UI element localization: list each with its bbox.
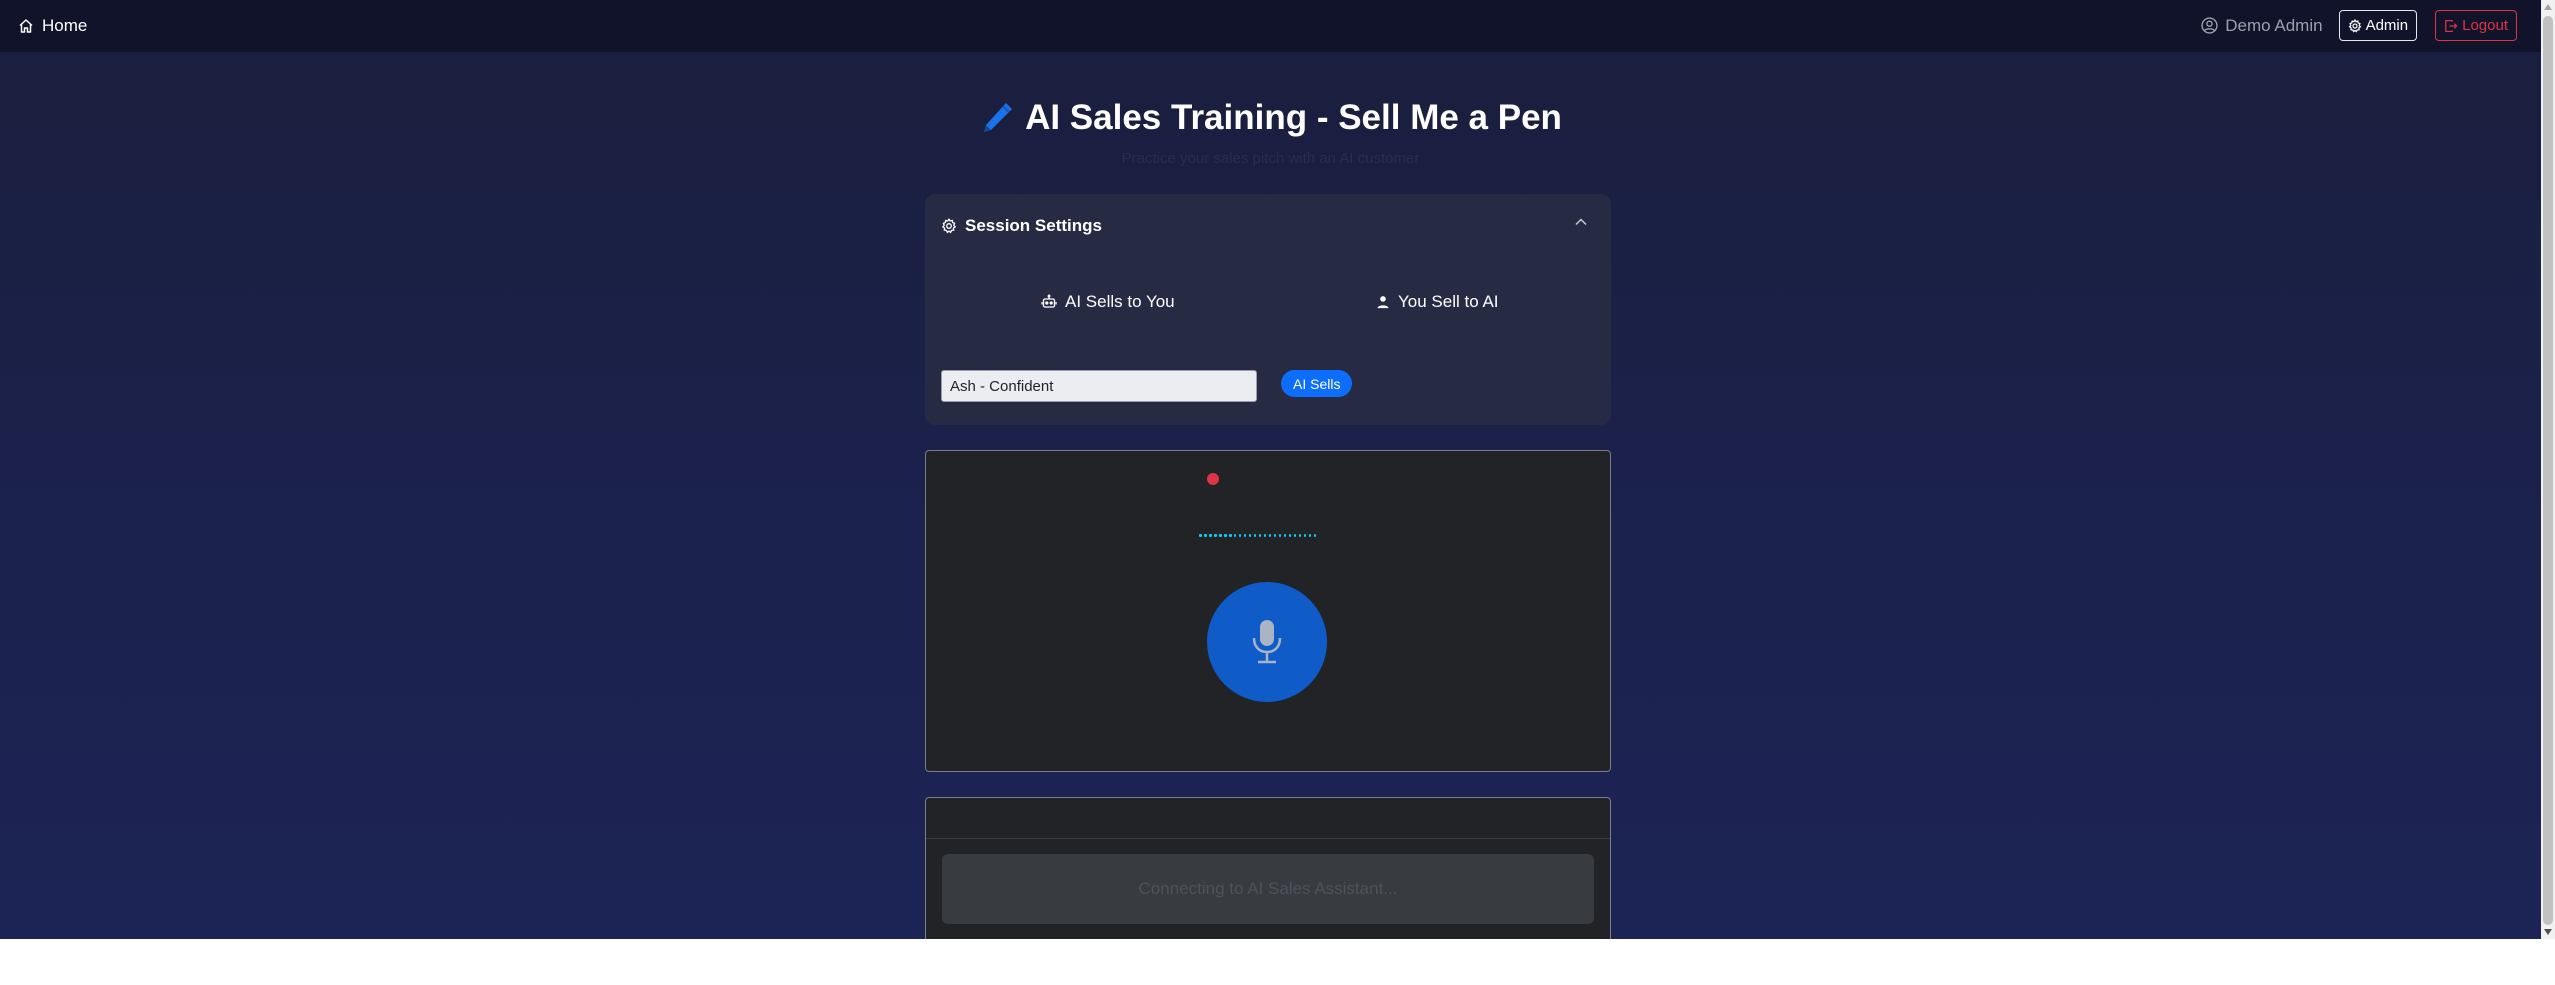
waveform-bar bbox=[1243, 534, 1247, 537]
waveform-bar bbox=[1218, 534, 1222, 537]
audio-waveform bbox=[1199, 534, 1317, 537]
session-settings-title: Session Settings bbox=[965, 216, 1102, 235]
page-scrollbar[interactable] bbox=[2541, 0, 2555, 939]
waveform-bar bbox=[1208, 534, 1212, 537]
waveform-bar bbox=[1199, 534, 1202, 537]
app-viewport: Home Demo Admin Admin Logout AI Sales Tr… bbox=[0, 0, 2541, 939]
mode-you-sell-label: You Sell to AI bbox=[1398, 292, 1499, 311]
waveform-bar bbox=[1308, 534, 1312, 537]
waveform-bar bbox=[1203, 534, 1207, 537]
page-subtitle: Practice your sales pitch with an AI cus… bbox=[1121, 150, 1420, 167]
recording-indicator bbox=[1207, 473, 1219, 485]
page-title-text: AI Sales Training - Sell Me a Pen bbox=[1025, 98, 1562, 137]
waveform-bar bbox=[1258, 534, 1262, 537]
waveform-bar bbox=[1288, 534, 1292, 537]
microphone-icon bbox=[1252, 620, 1282, 664]
session-settings-card: Session Settings AI Sells to You You Sel… bbox=[925, 194, 1611, 425]
user-circle-icon bbox=[2201, 17, 2218, 34]
chat-header bbox=[926, 798, 1610, 839]
robot-icon bbox=[1041, 294, 1057, 308]
page-header: AI Sales Training - Sell Me a Pen bbox=[0, 98, 2541, 141]
waveform-bar bbox=[1293, 534, 1297, 537]
waveform-bar bbox=[1213, 534, 1217, 537]
person-icon bbox=[1377, 296, 1389, 309]
waveform-bar bbox=[1283, 534, 1287, 537]
mode-you-sell-tab[interactable]: You Sell to AI bbox=[1376, 292, 1499, 312]
waveform-bar bbox=[1228, 534, 1232, 537]
gear-icon bbox=[2348, 18, 2361, 33]
admin-button[interactable]: Admin bbox=[2338, 10, 2418, 41]
current-user: Demo Admin bbox=[2201, 15, 2323, 36]
pen-icon bbox=[984, 103, 1013, 132]
logout-label: Logout bbox=[2462, 17, 2508, 34]
scroll-up-arrow[interactable] bbox=[2544, 4, 2552, 10]
mode-ai-sells-label: AI Sells to You bbox=[1065, 292, 1175, 311]
gear-icon bbox=[941, 218, 957, 234]
top-navbar: Home Demo Admin Admin Logout bbox=[0, 0, 2541, 52]
waveform-bar bbox=[1233, 534, 1237, 537]
mode-badge-label: AI Sells bbox=[1293, 375, 1341, 392]
waveform-bar bbox=[1268, 534, 1272, 537]
nav-actions: Demo Admin Admin Logout bbox=[2201, 10, 2517, 41]
waveform-bar bbox=[1273, 534, 1277, 537]
microphone-button[interactable] bbox=[1207, 582, 1327, 702]
session-settings-header: Session Settings bbox=[941, 216, 1102, 236]
connection-status: Connecting to AI Sales Assistant... bbox=[942, 854, 1594, 924]
home-link[interactable]: Home bbox=[18, 14, 87, 38]
mode-ai-sells-tab[interactable]: AI Sells to You bbox=[1041, 292, 1175, 312]
logout-icon bbox=[2445, 19, 2458, 32]
waveform-bar bbox=[1263, 534, 1267, 537]
home-icon bbox=[19, 19, 33, 33]
connection-status-text: Connecting to AI Sales Assistant... bbox=[1138, 879, 1398, 898]
mode-badge: AI Sells bbox=[1281, 370, 1353, 397]
persona-selected-value: Ash - Confident bbox=[950, 377, 1054, 395]
waveform-bar bbox=[1248, 534, 1252, 537]
waveform-bar bbox=[1303, 534, 1307, 537]
waveform-bar bbox=[1253, 534, 1257, 537]
chat-panel: Connecting to AI Sales Assistant... bbox=[925, 797, 1611, 939]
voice-panel bbox=[925, 450, 1611, 772]
scrollbar-thumb[interactable] bbox=[2543, 16, 2553, 925]
scroll-down-arrow[interactable] bbox=[2544, 929, 2552, 935]
user-name: Demo Admin bbox=[2225, 15, 2323, 35]
logout-button[interactable]: Logout bbox=[2435, 10, 2517, 41]
home-label: Home bbox=[42, 16, 88, 35]
waveform-bar bbox=[1223, 534, 1227, 537]
admin-label: Admin bbox=[2365, 17, 2409, 34]
waveform-bar bbox=[1313, 534, 1317, 537]
persona-select[interactable]: Ash - Confident bbox=[941, 370, 1257, 402]
waveform-bar bbox=[1278, 534, 1282, 537]
page-title: AI Sales Training - Sell Me a Pen bbox=[979, 98, 1562, 138]
waveform-bar bbox=[1298, 534, 1302, 537]
waveform-bar bbox=[1238, 534, 1242, 537]
chevron-up-icon bbox=[1575, 218, 1587, 226]
collapse-settings-button[interactable] bbox=[1573, 214, 1589, 235]
